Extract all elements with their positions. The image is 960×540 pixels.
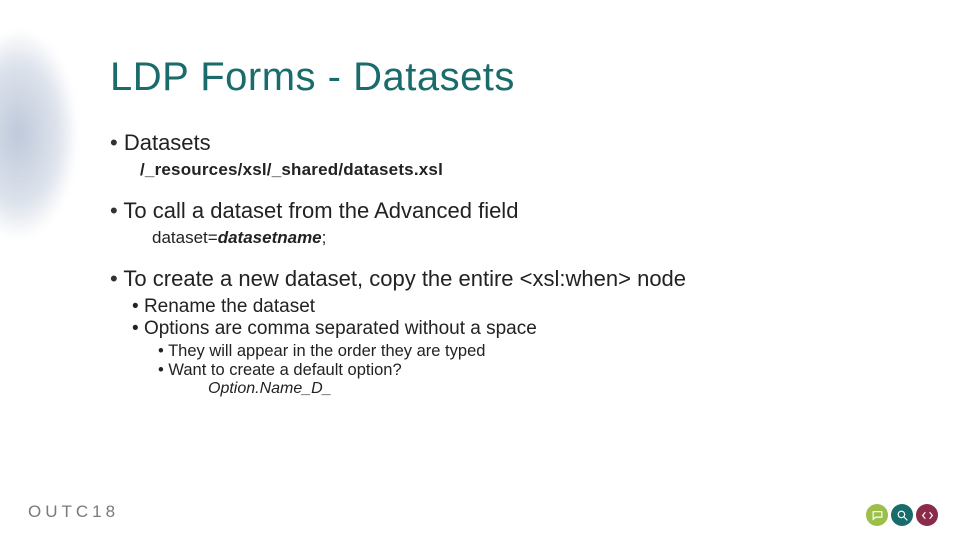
dataset-path: /_resources/xsl/_shared/datasets.xsl: [140, 160, 900, 180]
sub-order: They will appear in the order they are t…: [158, 342, 900, 361]
bullet-label-post: node: [631, 266, 686, 291]
bullet-label-pre: To create a new dataset, copy the entire: [123, 266, 519, 291]
sub-default-label: Want to create a default option?: [168, 361, 401, 379]
sub-rename: Rename the dataset: [132, 296, 900, 318]
dataset-call-syntax: dataset=datasetname;: [152, 228, 900, 248]
sub-list: Rename the dataset Options are comma sep…: [132, 296, 900, 398]
sub-sub-list: They will appear in the order they are t…: [158, 342, 900, 398]
chat-icon: [866, 504, 888, 526]
search-icon: [891, 504, 913, 526]
bullet-label: To call a dataset from the Advanced fiel…: [123, 198, 518, 223]
sub-default: Want to create a default option? Option.…: [158, 361, 900, 398]
syntax-prefix: dataset=: [152, 228, 218, 247]
bullet-create-dataset: To create a new dataset, copy the entire…: [110, 266, 900, 398]
slide-content: LDP Forms - Datasets Datasets /_resource…: [110, 55, 900, 416]
footer-icons: [866, 504, 938, 526]
slide-title: LDP Forms - Datasets: [110, 55, 900, 100]
bullet-call-dataset: To call a dataset from the Advanced fiel…: [110, 198, 900, 248]
default-option-code: Option.Name_D_: [208, 380, 900, 398]
syntax-suffix: ;: [322, 228, 327, 247]
bullet-datasets: Datasets /_resources/xsl/_shared/dataset…: [110, 130, 900, 180]
sub-options-label: Options are comma separated without a sp…: [144, 318, 537, 339]
decorative-watercolor: [0, 30, 90, 290]
code-icon: [916, 504, 938, 526]
syntax-var: datasetname: [218, 228, 322, 247]
bullet-label-tag: <xsl:when>: [520, 266, 631, 291]
bullet-label: Datasets: [124, 130, 211, 155]
footer-brand: OUTC18: [28, 502, 119, 522]
sub-options: Options are comma separated without a sp…: [132, 318, 900, 398]
slide: LDP Forms - Datasets Datasets /_resource…: [0, 0, 960, 540]
bullet-list: Datasets /_resources/xsl/_shared/dataset…: [110, 130, 900, 398]
